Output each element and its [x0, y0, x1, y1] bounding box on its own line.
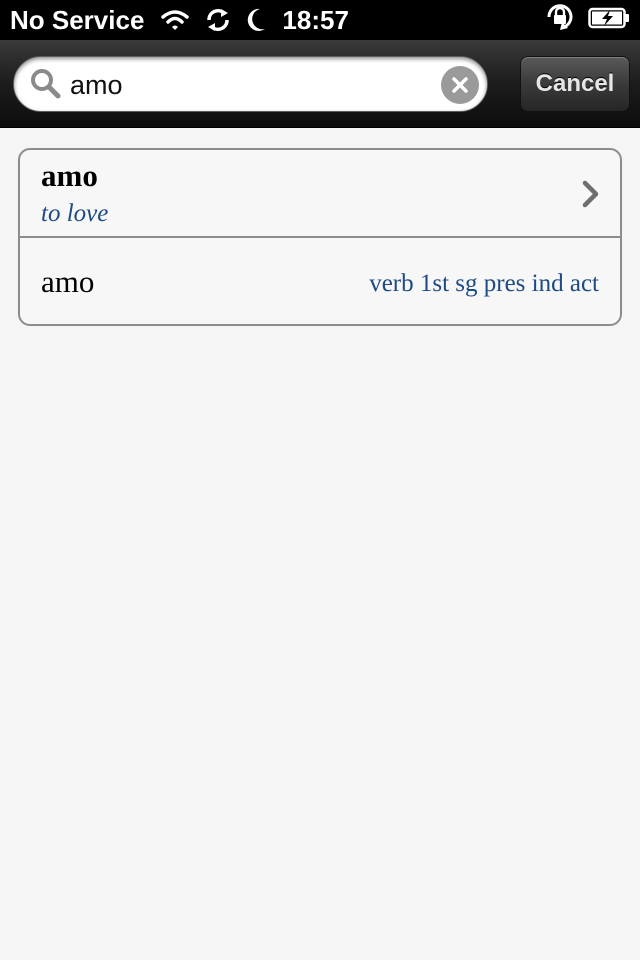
sync-icon	[204, 7, 232, 33]
results-list: amo to love amo verb 1st sg pres ind act	[18, 148, 622, 326]
carrier-label: No Service	[10, 4, 145, 35]
chevron-right-icon	[582, 180, 600, 213]
cancel-button[interactable]: Cancel	[520, 56, 630, 112]
entry-gloss: to love	[41, 200, 109, 227]
search-bar: Cancel	[0, 40, 640, 128]
moon-icon	[246, 7, 266, 33]
entry-headword: amo	[41, 158, 98, 193]
search-field[interactable]	[13, 56, 488, 112]
clear-search-icon[interactable]	[441, 66, 479, 104]
dictionary-entry-row[interactable]: amo to love	[20, 150, 620, 238]
rotation-lock-icon	[544, 2, 576, 39]
clock-time: 18:57	[282, 4, 349, 35]
search-icon	[30, 68, 62, 105]
inflected-form: amo	[41, 264, 95, 299]
parse-info: verb 1st sg pres ind act	[369, 270, 599, 297]
wifi-icon	[160, 8, 190, 32]
search-input[interactable]	[70, 63, 430, 107]
status-bar: No Service 18:57	[0, 0, 640, 40]
inflection-row[interactable]: amo verb 1st sg pres ind act	[20, 238, 620, 324]
battery-charging-icon	[588, 5, 630, 36]
